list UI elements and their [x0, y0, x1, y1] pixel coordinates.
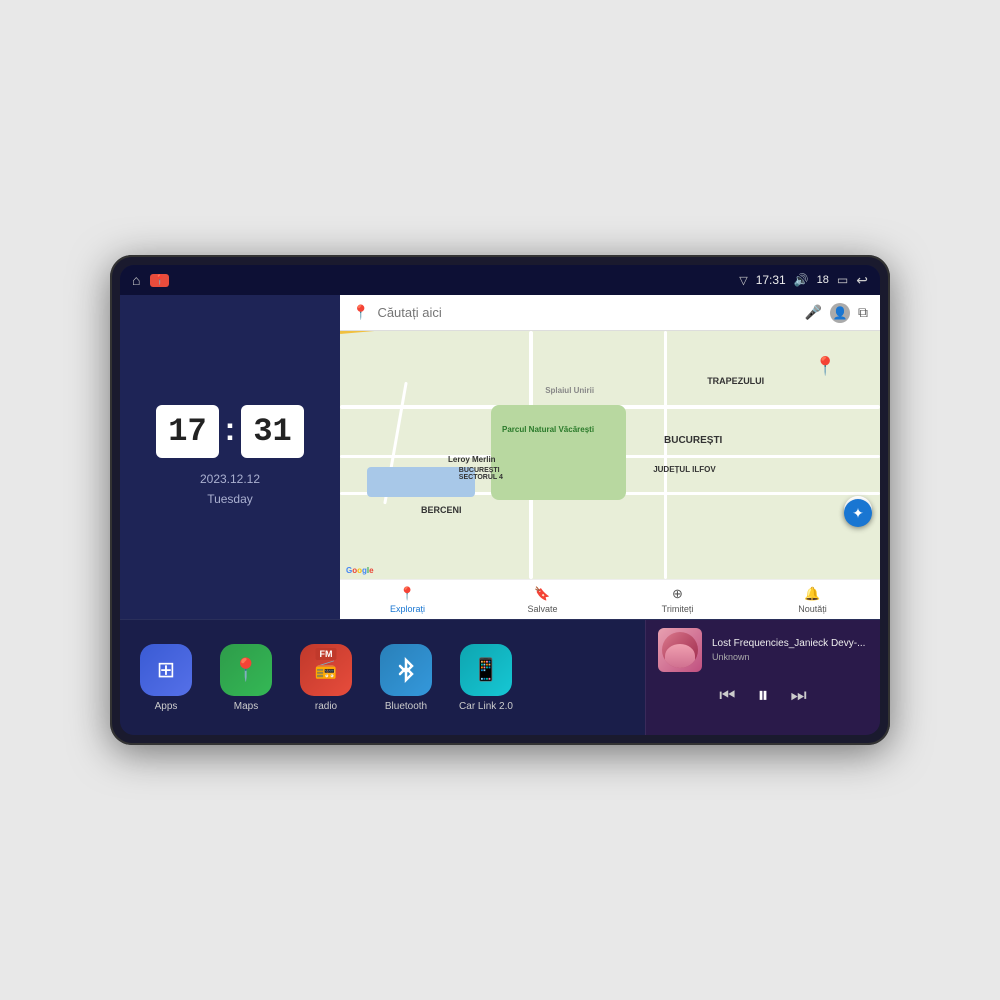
bottom-section: ⊞ Apps 📍 Maps 📻 FM	[120, 620, 880, 735]
app-icon-bluetooth[interactable]: Bluetooth	[376, 644, 436, 712]
prev-button[interactable]: ⏮	[719, 685, 735, 706]
music-controls: ⏮ ⏸ ⏭	[658, 682, 868, 708]
layers-icon[interactable]: ⧉	[858, 304, 868, 321]
clock-colon: :	[225, 411, 236, 448]
clock-hours: 17	[156, 405, 218, 458]
map-label-ilfov: JUDEȚUL ILFOV	[653, 465, 716, 474]
map-nav-saved[interactable]: 🔖 Salvate	[475, 586, 610, 614]
bluetooth-icon-bg	[380, 644, 432, 696]
status-right-icons: ▽ 17:31 🔊 18 ▭ ↩	[739, 272, 868, 289]
map-nav-share[interactable]: ⊕ Trimiteți	[610, 586, 745, 614]
share-icon: ⊕	[672, 586, 683, 602]
top-section: 17 : 31 2023.12.12 Tuesday 📍 🎤	[120, 295, 880, 620]
carlink-label: Car Link 2.0	[459, 701, 513, 712]
explore-label: Explorați	[390, 604, 425, 614]
radio-icon-symbol: 📻	[315, 659, 337, 680]
music-album-art	[658, 628, 702, 672]
road-vertical-2	[664, 331, 667, 579]
apps-label: Apps	[155, 701, 178, 712]
battery-icon: ▭	[837, 273, 848, 287]
map-label-bucuresti: BUCUREȘTI	[664, 435, 722, 446]
map-pin-icon: 📍	[352, 304, 369, 321]
map-widget: 📍 🎤 👤 ⧉	[340, 295, 880, 619]
apps-icon-bg: ⊞	[140, 644, 192, 696]
main-content: 17 : 31 2023.12.12 Tuesday 📍 🎤	[120, 295, 880, 735]
play-pause-button[interactable]: ⏸	[757, 682, 768, 708]
bluetooth-label: Bluetooth	[385, 701, 427, 712]
car-display-device: ⌂ 📍 ▽ 17:31 🔊 18 ▭ ↩ 17 :	[110, 255, 890, 745]
next-button[interactable]: ⏭	[791, 685, 807, 706]
app-icon-maps[interactable]: 📍 Maps	[216, 644, 276, 712]
news-label: Noutăți	[798, 604, 827, 614]
home-icon[interactable]: ⌂	[132, 272, 140, 288]
park-area	[491, 405, 626, 499]
status-time: 17:31	[756, 273, 786, 287]
map-area[interactable]: Parcul Natural Văcărești TRAPEZULUI BUCU…	[340, 331, 880, 579]
map-label-berceni: BERCENI	[421, 505, 462, 515]
status-bar: ⌂ 📍 ▽ 17:31 🔊 18 ▭ ↩	[120, 265, 880, 295]
map-nav-news[interactable]: 🔔 Noutăți	[745, 586, 880, 614]
map-background: Parcul Natural Văcărești TRAPEZULUI BUCU…	[340, 331, 880, 579]
clock-widget: 17 : 31 2023.12.12 Tuesday	[120, 295, 340, 619]
carlink-icon-symbol: 📱	[472, 657, 499, 683]
clock-minutes: 31	[241, 405, 303, 458]
map-label-park: Parcul Natural Văcărești	[502, 425, 594, 434]
saved-label: Salvate	[527, 604, 557, 614]
app-icon-carlink[interactable]: 📱 Car Link 2.0	[456, 644, 516, 712]
carlink-icon-bg: 📱	[460, 644, 512, 696]
music-info-row: Lost Frequencies_Janieck Devy-... Unknow…	[658, 628, 868, 672]
music-title: Lost Frequencies_Janieck Devy-...	[712, 638, 868, 649]
map-label-trapezului: TRAPEZULUI	[707, 376, 764, 386]
clock-date-value: 2023.12.12	[200, 470, 260, 489]
compass-icon: ✦	[852, 505, 864, 522]
music-text: Lost Frequencies_Janieck Devy-... Unknow…	[712, 638, 868, 662]
app-icon-apps[interactable]: ⊞ Apps	[136, 644, 196, 712]
music-player: Lost Frequencies_Janieck Devy-... Unknow…	[645, 620, 880, 735]
volume-icon: 🔊	[794, 273, 809, 287]
apps-icon-symbol: ⊞	[157, 657, 175, 683]
app-launcher: ⊞ Apps 📍 Maps 📻 FM	[120, 620, 645, 735]
google-logo: Google	[346, 566, 374, 575]
map-bottom-nav: 📍 Explorați 🔖 Salvate ⊕ Trimiteți 🔔	[340, 579, 880, 619]
app-icon-radio[interactable]: 📻 FM radio	[296, 644, 356, 712]
saved-icon: 🔖	[534, 586, 550, 602]
map-label-sector4: BUCUREȘTISECTORUL 4	[459, 467, 503, 481]
map-navigate-button[interactable]: ✦	[844, 499, 872, 527]
map-search-input[interactable]	[377, 305, 796, 320]
radio-label: radio	[315, 701, 337, 712]
maps-label: Maps	[234, 701, 258, 712]
clock-display: 17 : 31	[156, 405, 303, 458]
map-nav-explore[interactable]: 📍 Explorați	[340, 586, 475, 614]
account-icon[interactable]: 👤	[830, 303, 850, 323]
device-screen: ⌂ 📍 ▽ 17:31 🔊 18 ▭ ↩ 17 :	[120, 265, 880, 735]
signal-icon: ▽	[739, 274, 747, 287]
voice-search-icon[interactable]: 🎤	[805, 304, 822, 321]
maps-icon-bg: 📍	[220, 644, 272, 696]
map-label-splaiul: Splaiul Unirii	[545, 386, 594, 395]
news-icon: 🔔	[804, 586, 820, 602]
explore-icon: 📍	[399, 586, 415, 602]
destination-pin: 📍	[814, 356, 836, 377]
clock-day-value: Tuesday	[200, 490, 260, 509]
radio-icon-bg: 📻 FM	[300, 644, 352, 696]
map-label-leroy: Leroy Merlin	[448, 455, 496, 464]
maps-icon-symbol: 📍	[232, 657, 259, 683]
maps-shortcut-icon[interactable]: 📍	[150, 274, 168, 287]
status-left-icons: ⌂ 📍	[132, 272, 169, 288]
clock-date: 2023.12.12 Tuesday	[200, 470, 260, 508]
music-artist: Unknown	[712, 652, 868, 662]
bluetooth-svg	[392, 656, 420, 684]
map-search-bar: 📍 🎤 👤 ⧉	[340, 295, 880, 331]
back-icon[interactable]: ↩	[856, 272, 868, 289]
volume-level: 18	[817, 274, 829, 286]
share-label: Trimiteți	[662, 604, 694, 614]
